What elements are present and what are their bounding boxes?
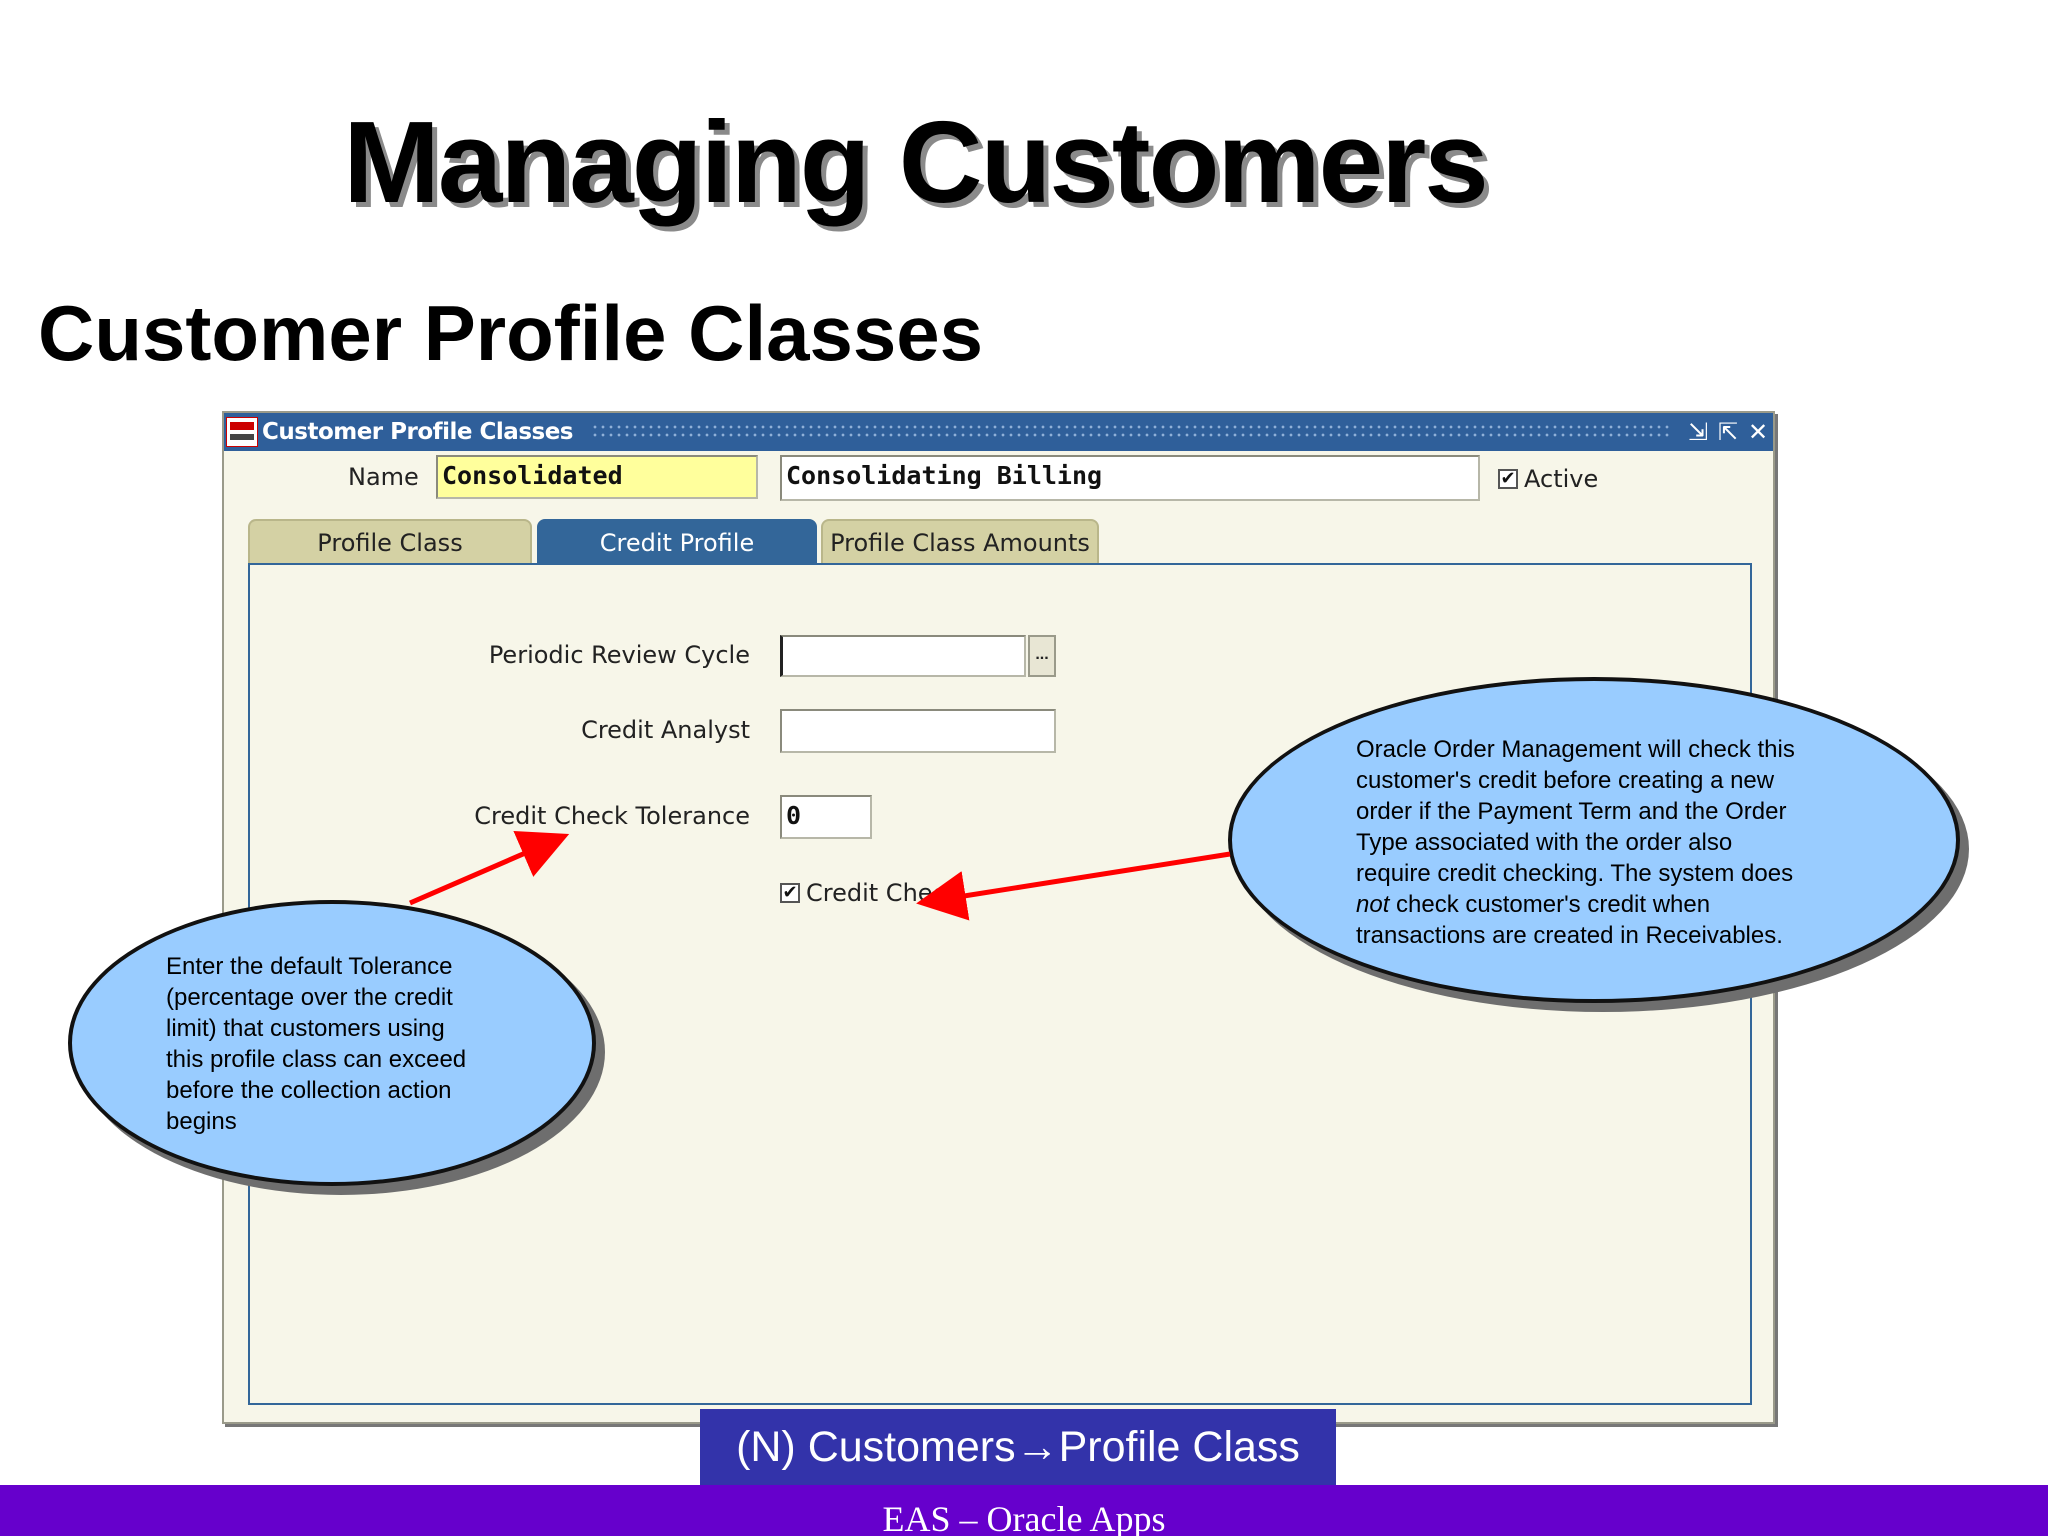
name-label: Name	[348, 463, 419, 491]
callout-line: require credit checking. The system does	[1356, 860, 1794, 887]
active-label: Active	[1524, 465, 1599, 493]
slide-subtitle: Customer Profile Classes	[38, 289, 984, 377]
credit-check-label: Credit Check	[806, 879, 960, 907]
emphasis-not: not	[1356, 891, 1390, 918]
callout-line: before the collection action	[166, 1077, 452, 1104]
credit-analyst-field[interactable]	[780, 709, 1056, 753]
navigation-path: (N) Customers→Profile Class	[700, 1409, 1336, 1485]
credit-check-tolerance-field[interactable]: 0	[780, 795, 872, 839]
active-checkbox[interactable]: ✔	[1498, 469, 1518, 489]
description-field[interactable]: Consolidating Billing	[780, 455, 1480, 501]
callout-line: transactions are created in Receivables.	[1356, 922, 1783, 949]
name-field[interactable]: Consolidated	[436, 455, 758, 499]
window-titlebar[interactable]: Customer Profile Classes ⇲ ⇱ ✕	[224, 413, 1773, 451]
callout-line: limit) that customers using	[166, 1015, 445, 1042]
titlebar-grip	[591, 423, 1669, 441]
callout-line-rest: check customer's credit when	[1389, 891, 1711, 918]
periodic-review-cycle-label: Periodic Review Cycle	[488, 641, 750, 669]
tolerance-callout-text: Enter the default Tolerance (percentage …	[166, 951, 466, 1137]
lov-button-icon[interactable]: ...	[1028, 635, 1056, 677]
periodic-review-cycle-field[interactable]	[780, 635, 1026, 677]
tab-profile-class-amounts[interactable]: Profile Class Amounts	[821, 519, 1099, 563]
credit-check-tolerance-label: Credit Check Tolerance	[474, 802, 750, 830]
minimize-icon[interactable]: ⇲	[1683, 417, 1713, 447]
callout-line: not check customer's credit when	[1356, 889, 1795, 920]
credit-check-callout-text: Oracle Order Management will check this …	[1356, 734, 1795, 951]
callout-line: Enter the default Tolerance	[166, 953, 453, 980]
oracle-logo-icon	[226, 417, 258, 447]
callout-line: begins	[166, 1108, 237, 1135]
slide-title: Managing Customers	[343, 97, 1488, 227]
callout-line: this profile class can exceed	[166, 1046, 467, 1073]
window-title: Customer Profile Classes	[262, 419, 574, 445]
callout-line: (percentage over the credit	[166, 984, 453, 1011]
maximize-icon[interactable]: ⇱	[1713, 417, 1743, 447]
footer-bar: EAS – Oracle Apps	[0, 1485, 2048, 1536]
tab-profile-class[interactable]: Profile Class	[248, 519, 532, 563]
callout-line: order if the Payment Term and the Order	[1356, 798, 1787, 825]
callout-line: Type associated with the order also	[1356, 829, 1733, 856]
close-icon[interactable]: ✕	[1743, 417, 1773, 447]
callout-line: customer's credit before creating a new	[1356, 767, 1775, 794]
callout-line: Oracle Order Management will check this	[1356, 736, 1795, 763]
credit-check-checkbox[interactable]: ✔	[780, 883, 800, 903]
credit-analyst-label: Credit Analyst	[581, 716, 750, 744]
tab-credit-profile[interactable]: Credit Profile	[537, 519, 817, 563]
